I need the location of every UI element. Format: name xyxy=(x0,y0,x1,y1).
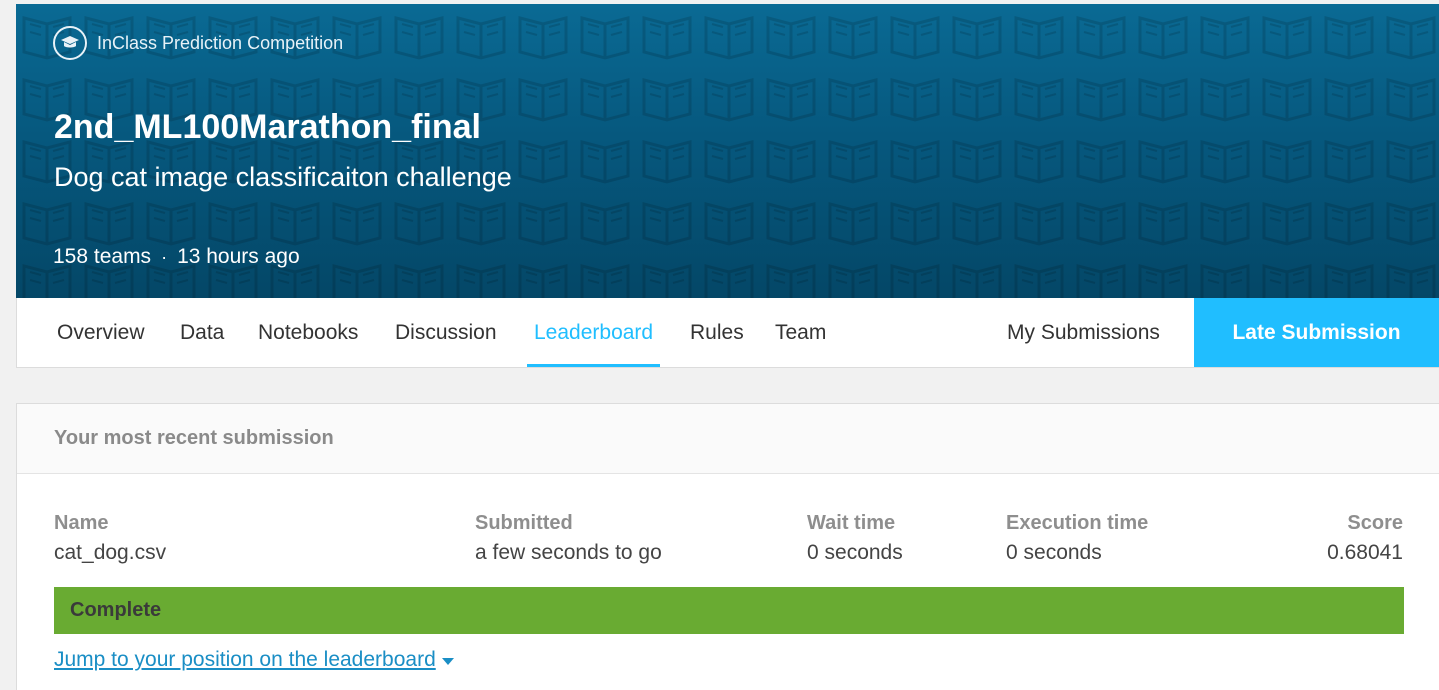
column-name: Name cat_dog.csv xyxy=(54,512,166,565)
tab-label: Notebooks xyxy=(258,320,359,344)
column-execution-time: Execution time 0 seconds xyxy=(1006,512,1148,565)
tab-notebooks[interactable]: Notebooks xyxy=(258,298,358,367)
wait-time-value: 0 seconds xyxy=(807,541,903,564)
competition-banner: InClass Prediction Competition 2nd_ML100… xyxy=(16,4,1439,298)
graduation-cap-icon xyxy=(53,26,87,60)
submitted-time: a few seconds to go xyxy=(475,541,662,564)
column-header: Wait time xyxy=(807,512,896,534)
jump-to-position-link[interactable]: Jump to your position on the leaderboard xyxy=(54,648,454,672)
recent-submission-card: Your most recent submission Name cat_dog… xyxy=(16,403,1439,690)
tab-rules[interactable]: Rules xyxy=(690,298,744,367)
competition-type: InClass Prediction Competition xyxy=(53,26,343,60)
competition-tabs: Overview Data Notebooks Discussion Leade… xyxy=(16,298,1439,368)
team-count: 158 teams xyxy=(53,245,152,268)
tab-discussion[interactable]: Discussion xyxy=(395,298,497,367)
tab-overview[interactable]: Overview xyxy=(57,298,145,367)
time-ago: 13 hours ago xyxy=(177,245,300,268)
tab-label: Leaderboard xyxy=(534,320,654,344)
competition-meta: 158 teams · 13 hours ago xyxy=(53,245,300,269)
my-submissions-label: My Submissions xyxy=(1007,320,1160,344)
execution-time-value: 0 seconds xyxy=(1006,541,1102,564)
submission-filename: cat_dog.csv xyxy=(54,541,167,564)
competition-type-label: InClass Prediction Competition xyxy=(97,32,344,53)
jump-link-label: Jump to your position on the leaderboard xyxy=(54,648,436,671)
meta-separator: · xyxy=(161,246,168,267)
competition-subtitle: Dog cat image classificaiton challenge xyxy=(54,162,512,192)
column-submitted: Submitted a few seconds to go xyxy=(475,512,662,565)
active-tab-indicator xyxy=(527,364,661,367)
tab-data[interactable]: Data xyxy=(180,298,224,367)
column-score: Score 0.68041 xyxy=(1327,512,1403,565)
competition-page: InClass Prediction Competition 2nd_ML100… xyxy=(0,0,1439,690)
column-wait-time: Wait time 0 seconds xyxy=(807,512,903,565)
tab-label: Team xyxy=(775,320,827,344)
status-complete-bar: Complete xyxy=(54,587,1404,634)
score-value: 0.68041 xyxy=(1327,541,1403,564)
tab-label: Discussion xyxy=(395,320,497,344)
tab-label: Overview xyxy=(57,320,145,344)
my-submissions-link[interactable]: My Submissions xyxy=(1007,298,1160,367)
late-submission-button[interactable]: Late Submission xyxy=(1194,298,1439,367)
tab-leaderboard[interactable]: Leaderboard xyxy=(527,298,661,367)
column-header: Name xyxy=(54,512,109,534)
tab-label: Data xyxy=(180,320,225,344)
tab-label: Rules xyxy=(690,320,744,344)
caret-down-icon xyxy=(441,657,454,665)
card-title: Your most recent submission xyxy=(17,404,1439,474)
column-header: Submitted xyxy=(475,512,573,534)
competition-title: 2nd_ML100Marathon_final xyxy=(54,108,481,146)
column-header: Score xyxy=(1347,512,1403,534)
tab-team[interactable]: Team xyxy=(775,298,826,367)
column-header: Execution time xyxy=(1006,512,1149,534)
